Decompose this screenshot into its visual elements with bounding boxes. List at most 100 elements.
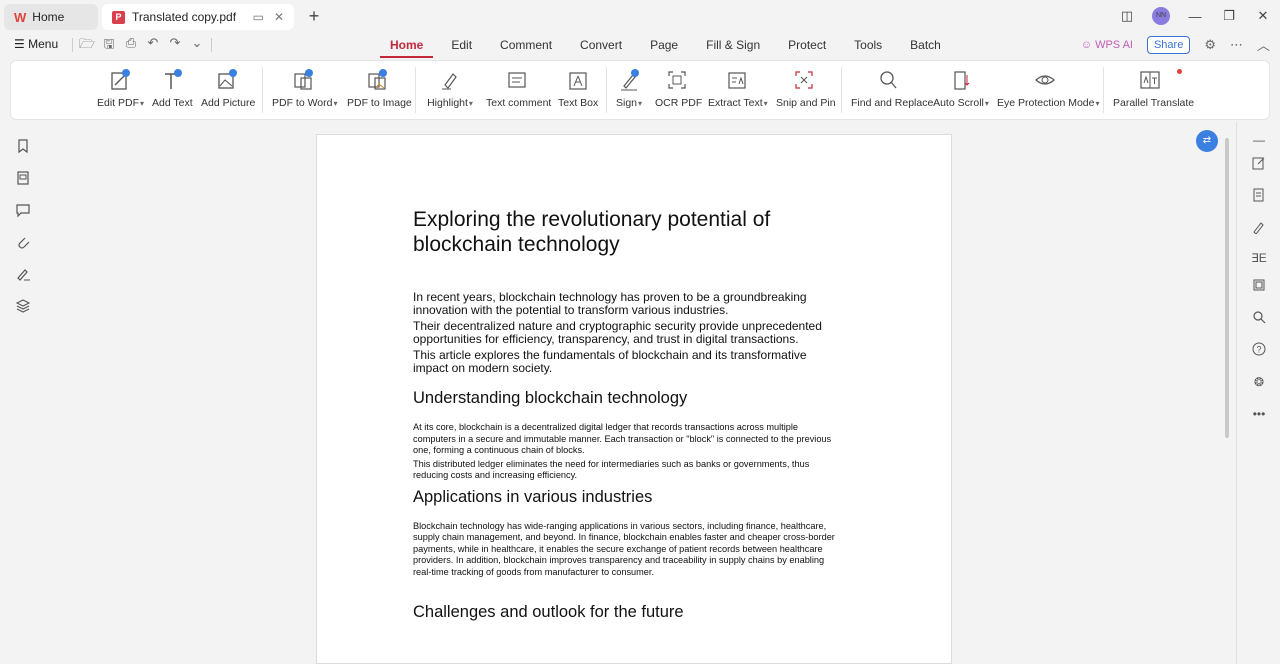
tab-batch[interactable]: Batch (900, 32, 951, 58)
search-icon[interactable] (1251, 310, 1267, 326)
left-sidebar (0, 122, 46, 664)
auto-scroll-icon (933, 69, 989, 91)
settings-gear-icon[interactable]: ⚙ (1204, 37, 1216, 53)
pdf-to-word-icon (272, 69, 334, 91)
wps-ai-button[interactable]: ☺ WPS AI (1081, 39, 1133, 51)
tab-convert[interactable]: Convert (570, 32, 632, 58)
pen-icon[interactable] (1251, 220, 1267, 236)
translate-float-button[interactable]: ⇄ (1196, 130, 1218, 152)
new-tab-button[interactable]: + (304, 6, 324, 27)
tab-fill-sign[interactable]: Fill & Sign (696, 32, 770, 58)
highlight-button[interactable]: Highlight▾ (425, 69, 475, 109)
share-button[interactable]: Share (1146, 35, 1191, 54)
tab-pin-icon[interactable]: ▭ (253, 10, 264, 24)
pdf-to-image-button[interactable]: PDF to Image (347, 69, 412, 109)
parallel-translate-button[interactable]: Parallel Translate (1113, 69, 1195, 109)
ocr-icon (655, 69, 699, 91)
print-icon[interactable]: ⎙ (123, 35, 139, 57)
tab-close-icon[interactable]: ✕ (274, 10, 284, 24)
wps-logo-icon: W (14, 9, 27, 25)
extract-text-label: Extract Text (708, 97, 763, 109)
highlighter-icon (425, 69, 475, 91)
tab-protect[interactable]: Protect (778, 32, 836, 58)
translate-icon: ⇄ (1202, 135, 1212, 146)
edit-pdf-button[interactable]: Edit PDF▾ (97, 69, 144, 109)
pdf-to-word-label: PDF to Word (272, 97, 333, 109)
intro-paragraph: Their decentralized nature and cryptogra… (413, 319, 822, 346)
document-properties-icon[interactable] (1251, 188, 1267, 204)
thumbnail-icon[interactable] (15, 170, 31, 186)
more-icon[interactable]: ••• (1251, 406, 1267, 422)
snip-and-pin-button[interactable]: Snip and Pin (776, 69, 836, 109)
comment-icon[interactable] (15, 202, 31, 218)
pdf-page[interactable]: Exploring the revolutionary potential of… (316, 134, 952, 664)
save-icon[interactable]: 🖫 (101, 35, 117, 57)
pdf-to-word-button[interactable]: PDF to Word▾ (272, 69, 338, 109)
undo-icon[interactable]: ↶ (145, 35, 161, 57)
ribbon-toolbar: Edit PDF▾ Add Text Add Picture PDF to Wo… (10, 60, 1270, 120)
find-and-replace-label: Find and Replace (851, 97, 934, 109)
ribbon-divider (1103, 67, 1104, 113)
edit-note-icon[interactable] (1251, 156, 1267, 172)
chevron-down-icon[interactable]: ⌄ (189, 35, 205, 57)
document-content: Exploring the revolutionary potential of… (413, 207, 843, 622)
edit-pdf-icon (97, 69, 143, 91)
intro-paragraph: In recent years, blockchain technology h… (413, 290, 807, 317)
text-box-label: Text Box (558, 97, 599, 109)
add-picture-button[interactable]: Add Picture (201, 69, 256, 109)
signature-icon[interactable] (15, 266, 31, 282)
divider (72, 38, 73, 52)
avatar[interactable]: NN (1152, 7, 1170, 25)
attachment-icon[interactable] (15, 234, 31, 250)
pdf-file-icon: P (112, 10, 125, 24)
scrollbar-thumb[interactable] (1225, 138, 1229, 438)
bookmark-icon[interactable] (15, 138, 31, 154)
open-folder-icon[interactable]: 🗁 (79, 35, 95, 57)
add-text-button[interactable]: Add Text (152, 69, 193, 109)
ribbon-divider (415, 67, 416, 113)
search-icon (851, 69, 925, 91)
help-icon[interactable]: ? (1251, 342, 1267, 358)
ribbon-divider (606, 67, 607, 113)
parallel-translate-label: Parallel Translate (1113, 97, 1195, 109)
text-box-button[interactable]: Text Box (558, 69, 598, 109)
find-and-replace-button[interactable]: Find and Replace (851, 69, 934, 109)
tab-edit[interactable]: Edit (441, 32, 482, 58)
pdf-to-image-icon (347, 69, 407, 91)
tab-page[interactable]: Page (640, 32, 688, 58)
menu-button[interactable]: ☰ Menu (14, 37, 58, 51)
snip-icon (776, 69, 832, 91)
add-picture-label: Add Picture (201, 97, 256, 109)
add-text-label: Add Text (152, 97, 193, 109)
add-text-icon (152, 69, 192, 91)
collapse-ribbon-icon[interactable]: ︿ (1257, 35, 1270, 54)
pdf-to-image-label: PDF to Image (347, 97, 412, 109)
vertical-scrollbar[interactable] (1222, 134, 1232, 664)
eye-protection-mode-button[interactable]: Eye Protection Mode▾ (997, 69, 1099, 109)
restore-icon[interactable]: ❐ (1212, 8, 1246, 24)
minimize-icon[interactable]: — (1178, 9, 1212, 24)
ribbon-divider (841, 67, 842, 113)
collapse-panel-icon[interactable]: — (1251, 132, 1267, 148)
ocr-pdf-button[interactable]: OCR PDF (655, 69, 702, 109)
accessibility-icon[interactable]: ❂ (1251, 374, 1267, 390)
tab-home[interactable]: W Home (4, 4, 98, 30)
layers-icon[interactable] (15, 298, 31, 314)
ribbon-divider (262, 67, 263, 113)
auto-scroll-button[interactable]: Auto Scroll▾ (933, 69, 989, 109)
close-window-icon[interactable]: ✕ (1246, 8, 1280, 24)
tab-tools[interactable]: Tools (844, 32, 892, 58)
extract-text-button[interactable]: Extract Text▾ (708, 69, 768, 109)
section-heading: Understanding blockchain technology (413, 389, 688, 407)
tab-home-ribbon[interactable]: Home (380, 32, 434, 58)
compare-icon[interactable]: ∃E (1251, 250, 1267, 266)
sign-button[interactable]: Sign▾ (613, 69, 645, 109)
more-options-icon[interactable]: ⋯ (1230, 37, 1243, 53)
reading-layout-icon[interactable]: ◫ (1110, 8, 1144, 24)
page-frame-icon[interactable] (1251, 278, 1267, 294)
tab-document[interactable]: P Translated copy.pdf ▭ ✕ (102, 4, 294, 30)
tab-comment[interactable]: Comment (490, 32, 562, 58)
text-comment-button[interactable]: Text comment (486, 69, 551, 109)
section-paragraph: Blockchain technology has wide-ranging a… (413, 520, 835, 577)
redo-icon[interactable]: ↷ (167, 35, 183, 57)
